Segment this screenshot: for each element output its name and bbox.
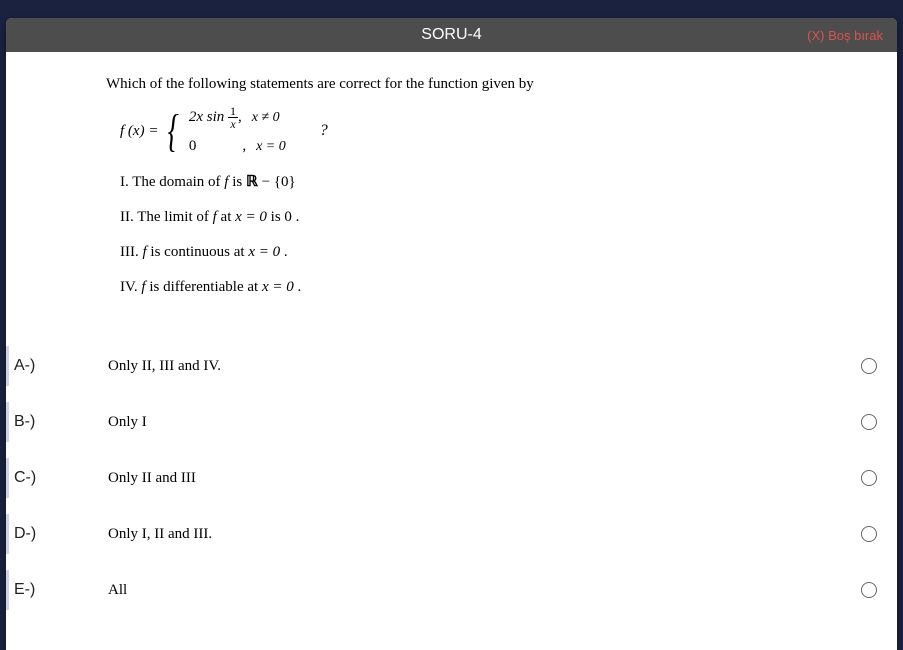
option-text: All <box>60 582 841 599</box>
option-a[interactable]: A-) Only II, III and IV. <box>6 338 897 394</box>
option-text: Only I <box>60 414 841 431</box>
statement-1: I. The domain of f is ℝ − {0} <box>120 171 857 193</box>
stmt2-cond: x = 0 <box>235 209 267 225</box>
option-marker <box>6 402 9 442</box>
case2-expr: 0 <box>189 136 197 157</box>
case2-cond: x = 0 <box>256 137 286 157</box>
title-bar: SORU-4 (X) Boş bırak <box>6 18 897 52</box>
fx-label: f (x) = <box>120 121 158 142</box>
option-letter: A-) <box>14 357 60 375</box>
stmt2-mid: at <box>217 209 235 225</box>
stmt3-cond: x = 0 <box>248 244 280 260</box>
option-e[interactable]: E-) All <box>6 562 897 618</box>
question-body: Which of the following statements are co… <box>106 74 857 298</box>
question-frame: SORU-4 (X) Boş bırak Which of the follow… <box>6 18 897 650</box>
statement-3: III. f is continuous at x = 0 . <box>120 242 857 263</box>
option-radio[interactable] <box>861 414 877 430</box>
option-radio[interactable] <box>861 470 877 486</box>
leave-blank-button[interactable]: (X) Boş bırak <box>807 18 883 52</box>
option-marker <box>6 570 9 610</box>
option-letter: B-) <box>14 413 60 431</box>
stmt4-mid: is differentiable at <box>146 279 262 295</box>
stmt3-pre: III. <box>120 244 143 260</box>
statements: I. The domain of f is ℝ − {0} II. The li… <box>120 171 857 298</box>
piecewise-brace: { <box>168 110 179 151</box>
option-letter: D-) <box>14 525 60 543</box>
option-text: Only II and III <box>60 470 841 487</box>
case1-fraction: 1 x <box>228 105 238 130</box>
content-area: Which of the following statements are co… <box>6 52 897 650</box>
case1-frac-den: x <box>228 118 237 130</box>
statement-2: II. The limit of f at x = 0 is 0 . <box>120 207 857 228</box>
stmt4-post: . <box>294 279 302 295</box>
option-marker <box>6 458 9 498</box>
stmt2-pre: II. The limit of <box>120 209 213 225</box>
option-radio[interactable] <box>861 358 877 374</box>
stmt1-R: ℝ <box>246 173 258 190</box>
piecewise-cases: 2x sin 1 x , x ≠ 0 0 , x = 0 <box>189 105 286 157</box>
stmt4-cond: x = 0 <box>262 279 294 295</box>
question-prompt: Which of the following statements are co… <box>106 74 857 95</box>
question-mark: ? <box>320 120 328 142</box>
option-radio[interactable] <box>861 526 877 542</box>
case-1: 2x sin 1 x , x ≠ 0 <box>189 105 286 130</box>
answer-options: A-) Only II, III and IV. B-) Only I C-) … <box>6 338 897 618</box>
stmt1-pre: I. The domain of <box>120 174 224 190</box>
stmt3-post: . <box>280 244 288 260</box>
option-b[interactable]: B-) Only I <box>6 394 897 450</box>
option-c[interactable]: C-) Only II and III <box>6 450 897 506</box>
case1-cond: x ≠ 0 <box>252 108 280 128</box>
case1-expr-prefix: 2x sin <box>189 109 224 125</box>
option-text: Only I, II and III. <box>60 526 841 543</box>
option-letter: E-) <box>14 581 60 599</box>
stmt4-pre: IV. <box>120 279 141 295</box>
statement-4: IV. f is differentiable at x = 0 . <box>120 277 857 298</box>
option-text: Only II, III and IV. <box>60 358 841 375</box>
option-d[interactable]: D-) Only I, II and III. <box>6 506 897 562</box>
stmt1-mid: is <box>228 174 246 190</box>
question-number: SORU-4 <box>421 26 481 44</box>
stmt3-mid: is continuous at <box>147 244 249 260</box>
option-marker <box>6 514 9 554</box>
option-marker <box>6 346 9 386</box>
stmt2-post: is 0 . <box>267 209 300 225</box>
stmt1-post: − {0} <box>258 174 296 190</box>
case-2: 0 , x = 0 <box>189 136 286 157</box>
option-letter: C-) <box>14 469 60 487</box>
option-radio[interactable] <box>861 582 877 598</box>
function-definition: f (x) = { 2x sin 1 x , x ≠ 0 <box>120 105 857 157</box>
